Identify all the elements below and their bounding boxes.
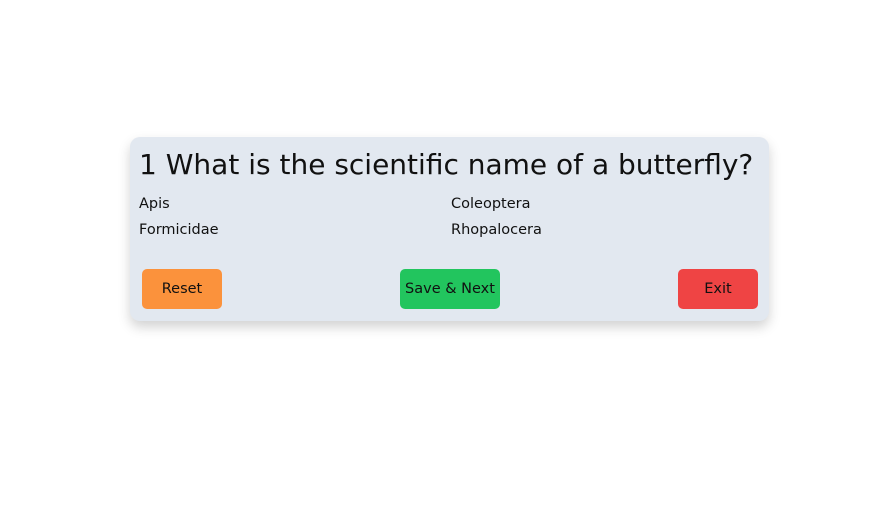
reset-button[interactable]: Reset [142, 269, 222, 309]
question-heading: 1 What is the scientific name of a butte… [139, 146, 760, 184]
save-next-button[interactable]: Save & Next [400, 269, 500, 309]
question-number: 1 [139, 148, 157, 181]
answer-option[interactable]: Formicidae [139, 217, 451, 243]
answer-options: Apis Coleoptera Formicidae Rhopalocera [139, 191, 760, 243]
answer-option[interactable]: Coleoptera [451, 191, 751, 217]
quiz-card: 1 What is the scientific name of a butte… [130, 137, 769, 321]
answer-option[interactable]: Rhopalocera [451, 217, 751, 243]
exit-button[interactable]: Exit [678, 269, 758, 309]
question-text: What is the scientific name of a butterf… [165, 148, 754, 181]
answer-option[interactable]: Apis [139, 191, 451, 217]
